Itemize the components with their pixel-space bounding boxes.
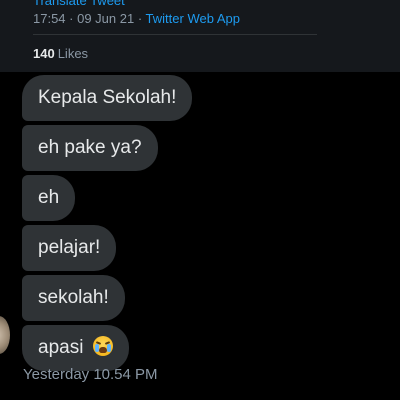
message-text: apasi	[38, 337, 84, 358]
meta-separator: ·	[134, 11, 146, 26]
screenshot-frame: Translate Tweet 17:54 · 09 Jun 21 · Twit…	[0, 0, 400, 400]
likes-count: 140	[33, 46, 55, 61]
tweet-detail-panel: Translate Tweet 17:54 · 09 Jun 21 · Twit…	[0, 0, 400, 72]
message-bubble[interactable]: Kepala Sekolah!	[22, 75, 193, 121]
tweet-date[interactable]: 09 Jun 21	[77, 11, 134, 26]
message-text: eh	[38, 187, 60, 208]
message-text: Kepala Sekolah!	[38, 87, 177, 108]
divider	[33, 34, 317, 35]
avatar[interactable]	[0, 316, 10, 354]
message-bubble[interactable]: sekolah!	[22, 275, 125, 321]
translate-tweet-link[interactable]: Translate Tweet	[33, 0, 125, 8]
message-bubble[interactable]: pelajar!	[22, 225, 117, 271]
meta-separator: ·	[65, 11, 78, 26]
message-text: pelajar!	[38, 237, 101, 258]
tweet-time[interactable]: 17:54	[33, 11, 66, 26]
message-timestamp: Yesterday 10.54 PM	[23, 366, 158, 383]
tweet-source-link[interactable]: Twitter Web App	[146, 11, 240, 26]
message-bubble[interactable]: eh pake ya?	[22, 125, 158, 171]
loudly-crying-face-icon	[92, 336, 113, 356]
message-text: eh pake ya?	[38, 137, 142, 158]
message-text: sekolah!	[38, 287, 109, 308]
tweet-timestamp-line: 17:54 · 09 Jun 21 · Twitter Web App	[33, 11, 240, 26]
message-bubble[interactable]: apasi	[22, 325, 129, 371]
likes-link[interactable]: 140 Likes	[33, 46, 88, 61]
likes-label: Likes	[57, 46, 89, 61]
message-bubble[interactable]: eh	[22, 175, 76, 221]
